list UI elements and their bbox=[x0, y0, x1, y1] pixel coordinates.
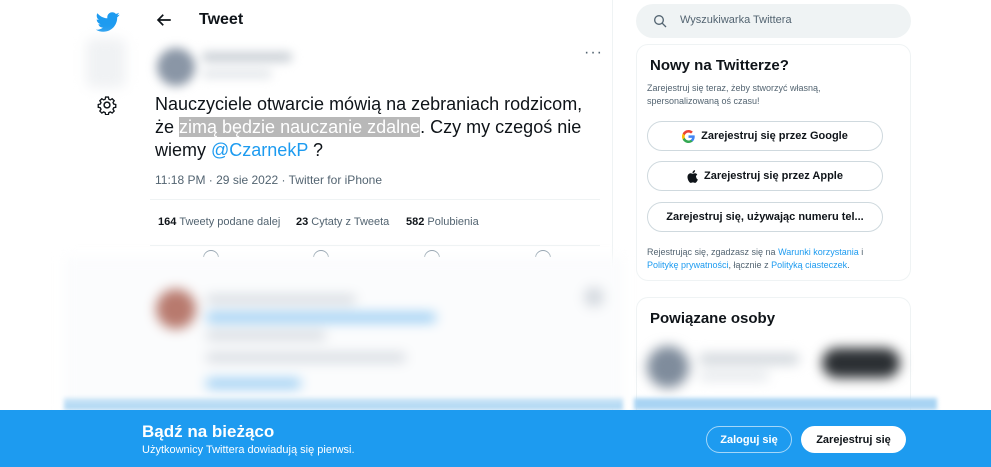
reply-icon[interactable] bbox=[203, 250, 219, 257]
banner-subtitle: Użytkownicy Twittera dowiadują się pierw… bbox=[142, 444, 355, 456]
retweets-stat[interactable]: 164 Tweety podane dalej bbox=[158, 216, 280, 228]
terms-text: . bbox=[847, 260, 850, 270]
avatar bbox=[156, 289, 196, 329]
blurred-link bbox=[206, 313, 436, 322]
privacy-policy-link[interactable]: Politykę prywatności bbox=[647, 260, 729, 270]
retweets-count: 164 bbox=[158, 216, 177, 228]
signup-card: Nowy na Twitterze? Zarejestruj się teraz… bbox=[636, 44, 911, 281]
blurred-author-name bbox=[202, 52, 292, 62]
likes-stat[interactable]: 582 Polubienia bbox=[406, 216, 479, 228]
cookie-policy-link[interactable]: Polityką ciasteczek bbox=[771, 260, 847, 270]
tweet-text-highlighted: zimą będzie nauczanie zdalne bbox=[179, 117, 421, 137]
related-title: Powiązane osoby bbox=[650, 310, 776, 327]
tweet-column: Tweet ··· Nauczyciele otwarcie mówią na … bbox=[64, 0, 624, 410]
twitter-bird-icon[interactable] bbox=[96, 10, 120, 34]
blurred-author bbox=[150, 40, 365, 92]
blurred-blue-strip bbox=[64, 398, 623, 410]
tweet-text: Nauczyciele otwarcie mówią na zebraniach… bbox=[155, 93, 605, 162]
terms-text: , łącznie z bbox=[728, 260, 772, 270]
blurred-line bbox=[206, 353, 406, 362]
blurred-icon bbox=[584, 287, 604, 307]
more-dots-icon[interactable]: ··· bbox=[584, 44, 603, 62]
like-icon[interactable] bbox=[424, 250, 440, 257]
blurred-reply bbox=[64, 257, 624, 410]
quotes-label: Cytaty z Tweeta bbox=[311, 216, 390, 228]
register-button[interactable]: Zarejestruj się bbox=[801, 426, 906, 453]
tweet-meta: 11:18 PM · 29 sie 2022 · Twitter for iPh… bbox=[155, 173, 383, 187]
likes-label: Polubienia bbox=[427, 216, 479, 228]
tweet-actions bbox=[150, 245, 600, 257]
quotes-stat[interactable]: 23 Cytaty z Tweeta bbox=[296, 216, 389, 228]
tweet-stats: 164 Tweety podane dalej 23 Cytaty z Tweeta… bbox=[150, 199, 600, 244]
apple-icon bbox=[687, 169, 698, 183]
apple-signup-label: Zarejestruj się przez Apple bbox=[704, 170, 843, 182]
blurred-follow-button bbox=[822, 348, 900, 378]
blurred-line bbox=[206, 331, 326, 340]
gear-icon[interactable] bbox=[97, 95, 117, 115]
tweet-text-part3: ? bbox=[308, 140, 324, 160]
blurred-blue-strip bbox=[634, 398, 937, 410]
retweets-label: Tweety podane dalej bbox=[179, 216, 281, 228]
retweet-icon[interactable] bbox=[313, 250, 329, 257]
page-title: Tweet bbox=[199, 11, 244, 28]
bottom-banner: Bądź na bieżąco Użytkownicy Twittera dow… bbox=[0, 410, 991, 467]
blurred-line bbox=[699, 354, 799, 364]
quotes-count: 23 bbox=[296, 216, 309, 228]
google-signup-label: Zarejestruj się przez Google bbox=[701, 130, 848, 142]
tweet-header: Tweet bbox=[150, 0, 613, 40]
arrow-left-icon[interactable] bbox=[155, 11, 173, 29]
phone-signup-label: Zarejestruj się, używając numeru tel... bbox=[666, 211, 864, 223]
terms-text: Rejestrując się, zgadzasz się na bbox=[647, 247, 779, 257]
terms-text: i bbox=[858, 247, 864, 257]
search-icon bbox=[654, 15, 667, 28]
search-input[interactable]: Wyszukiwarka Twittera bbox=[636, 4, 911, 38]
phone-signup-button[interactable]: Zarejestruj się, używając numeru tel... bbox=[647, 202, 883, 232]
search-placeholder: Wyszukiwarka Twittera bbox=[680, 14, 792, 26]
likes-count: 582 bbox=[406, 216, 425, 228]
avatar bbox=[157, 48, 195, 86]
apple-signup-button[interactable]: Zarejestruj się przez Apple bbox=[647, 161, 883, 191]
terms-of-service-link[interactable]: Warunki korzystania bbox=[778, 247, 859, 257]
blurred-nav-items bbox=[86, 38, 126, 88]
blurred-line bbox=[699, 372, 769, 380]
banner-title: Bądź na bieżąco bbox=[142, 422, 275, 441]
avatar bbox=[647, 346, 689, 388]
signup-terms: Rejestrując się, zgadzasz się na Warunki… bbox=[647, 246, 897, 272]
login-button[interactable]: Zaloguj się bbox=[706, 426, 792, 453]
blurred-line bbox=[206, 295, 356, 304]
signup-title: Nowy na Twitterze? bbox=[650, 57, 789, 74]
share-icon[interactable] bbox=[535, 250, 551, 257]
google-signup-button[interactable]: Zarejestruj się przez Google bbox=[647, 121, 883, 151]
blurred-author-handle bbox=[202, 70, 272, 78]
mention-link[interactable]: @CzarnekP bbox=[211, 140, 308, 160]
google-icon bbox=[682, 129, 695, 143]
signup-description: Zarejestruj się teraz, żeby stworzyć wła… bbox=[647, 83, 821, 106]
blurred-link bbox=[206, 379, 301, 388]
